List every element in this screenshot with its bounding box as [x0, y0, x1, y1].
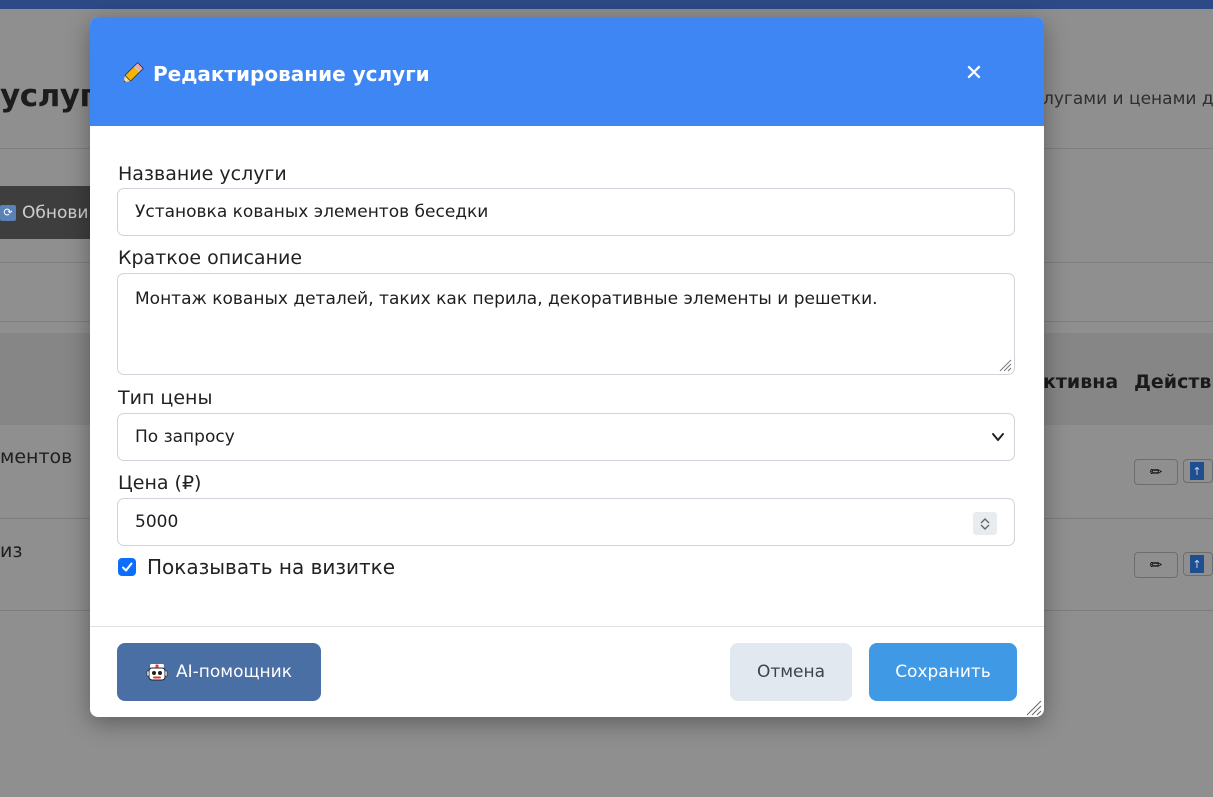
pencil-icon: ✏: [1149, 463, 1163, 481]
top-navbar: [0, 0, 1213, 9]
table-cell-name: ментов: [0, 446, 73, 468]
footer-divider: [90, 626, 1044, 627]
service-name-input[interactable]: Установка кованых элементов беседки: [117, 188, 1015, 236]
edit-service-modal: Редактирование услуги ✕ Название услуги …: [90, 17, 1044, 717]
price-label: Цена (₽): [118, 472, 202, 494]
spinner-icon[interactable]: [973, 512, 997, 535]
move-row-button[interactable]: ↑: [1183, 459, 1213, 483]
edit-row-button[interactable]: ✏: [1134, 552, 1178, 578]
checkmark-icon: [122, 562, 133, 572]
close-icon: ✕: [964, 61, 984, 86]
description-label: Краткое описание: [118, 247, 303, 269]
price-type-label: Тип цены: [118, 387, 213, 409]
spinner-up-icon[interactable]: [980, 517, 990, 524]
edit-row-button[interactable]: ✏: [1134, 459, 1178, 485]
cancel-button[interactable]: Отмена: [730, 643, 852, 701]
close-button[interactable]: ✕: [962, 62, 986, 86]
column-header-actions: Действи: [1134, 371, 1213, 393]
cancel-label: Отмена: [756, 662, 826, 682]
page-title: услуг: [0, 78, 96, 114]
price-value: 5000: [135, 512, 179, 532]
price-type-selected: По запросу: [135, 427, 235, 447]
show-on-card-checkbox[interactable]: [118, 558, 136, 576]
refresh-icon: ⟳: [0, 204, 16, 221]
resize-grip-icon[interactable]: [1024, 698, 1042, 716]
service-name-value: Установка кованых элементов беседки: [135, 202, 489, 222]
pencil-icon: [123, 62, 144, 83]
upload-icon: ↑: [1190, 555, 1204, 573]
column-header-active: ктивна: [1043, 371, 1119, 393]
save-button[interactable]: Сохранить: [869, 643, 1017, 701]
move-row-button[interactable]: ↑: [1183, 552, 1213, 576]
modal-title-text: Редактирование услуги: [153, 62, 430, 86]
resize-grip-icon[interactable]: [998, 358, 1012, 372]
ai-assistant-label: AI-помощник: [176, 662, 292, 682]
refresh-label: Обнови: [22, 202, 89, 223]
modal-header: Редактирование услуги ✕: [90, 17, 1044, 126]
refresh-button[interactable]: ⟳ Обнови: [0, 186, 92, 239]
price-input[interactable]: 5000: [117, 498, 1015, 546]
price-type-select[interactable]: По запросу: [117, 413, 1015, 461]
description-value: Монтаж кованых деталей, таких как перила…: [135, 289, 878, 309]
upload-icon: ↑: [1190, 462, 1204, 480]
service-name-label: Название услуги: [118, 163, 287, 185]
robot-icon: [146, 664, 168, 681]
modal-title: Редактирование услуги: [119, 61, 430, 87]
description-textarea[interactable]: Монтаж кованых деталей, таких как перила…: [117, 273, 1015, 375]
show-on-card-label[interactable]: Показывать на визитке: [147, 555, 395, 579]
table-cell-name: из: [0, 540, 23, 562]
save-label: Сохранить: [895, 662, 991, 682]
chevron-down-icon: [992, 433, 1004, 441]
page-subtitle: лугами и ценами дл: [1043, 89, 1213, 109]
pencil-icon: ✏: [1149, 556, 1163, 574]
spinner-down-icon[interactable]: [980, 524, 990, 531]
ai-assistant-button[interactable]: AI-помощник: [117, 643, 321, 701]
